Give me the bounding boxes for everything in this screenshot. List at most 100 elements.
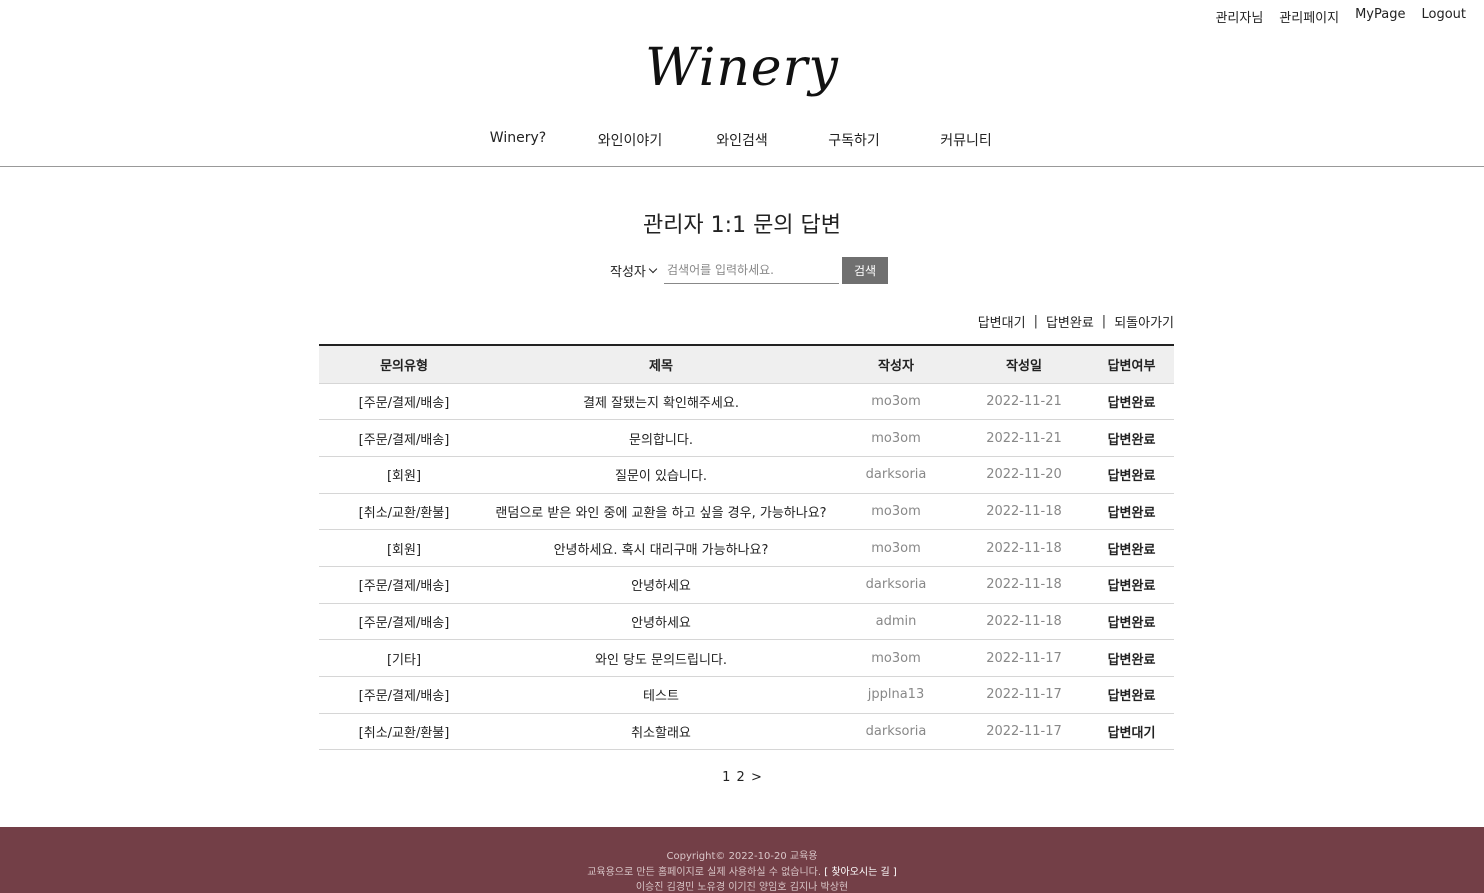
cell-status: 답변완료 <box>1089 529 1174 567</box>
search-button[interactable]: 검색 <box>842 257 888 284</box>
cell-title-link[interactable]: 안녕하세요 <box>489 566 833 604</box>
cell-title-link[interactable]: 안녕하세요. 혹시 대리구매 가능하나요? <box>489 529 833 567</box>
cell-title-link[interactable]: 취소할래요 <box>489 713 833 751</box>
cell-status: 답변완료 <box>1089 493 1174 531</box>
column-header-type: 문의유형 <box>319 345 489 384</box>
site-footer: Copyright© 2022-10-20 교육용 교육용으로 만든 홈페이지로… <box>0 827 1484 893</box>
cell-type: [주문/결제/배송] <box>319 676 489 714</box>
cell-date: 2022-11-21 <box>959 383 1089 421</box>
logout-link[interactable]: Logout <box>1421 7 1466 26</box>
mypage-link[interactable]: MyPage <box>1355 7 1405 26</box>
cell-status: 답변완료 <box>1089 456 1174 494</box>
cell-type: [회원] <box>319 529 489 567</box>
cell-title-link[interactable]: 랜덤으로 받은 와인 중에 교환을 하고 싶을 경우, 가능하나요? <box>489 493 833 531</box>
search-input[interactable] <box>664 257 839 284</box>
cell-date: 2022-11-17 <box>959 639 1089 677</box>
cell-type: [기타] <box>319 639 489 677</box>
page-title: 관리자 1:1 문의 답변 <box>642 213 842 238</box>
admin-user-link[interactable]: 관리자님 <box>1215 7 1263 26</box>
page-1-link[interactable]: 1 <box>722 770 730 785</box>
table-row[interactable]: [취소/교환/환불] 랜덤으로 받은 와인 중에 교환을 하고 싶을 경우, 가… <box>319 493 1174 531</box>
table-row[interactable]: [주문/결제/배송] 결제 잘됐는지 확인해주세요. mo3om 2022-11… <box>319 383 1174 421</box>
cell-type: [취소/교환/환불] <box>319 713 489 751</box>
cell-writer: darksoria <box>833 713 959 751</box>
table-row[interactable]: [주문/결제/배송] 테스트 jpplna13 2022-11-17 답변완료 <box>319 676 1174 714</box>
table-row[interactable]: [회원] 질문이 있습니다. darksoria 2022-11-20 답변완료 <box>319 456 1174 494</box>
cell-type: [회원] <box>319 456 489 494</box>
cell-writer: jpplna13 <box>833 676 959 714</box>
cell-date: 2022-11-18 <box>959 529 1089 567</box>
nav-item-winery[interactable]: Winery? <box>462 130 574 150</box>
cell-writer: mo3om <box>833 383 959 421</box>
inquiry-table: 문의유형 제목 작성자 작성일 답변여부 [주문/결제/배송] 결제 잘됐는지 … <box>319 344 1174 751</box>
cell-title-link[interactable]: 문의합니다. <box>489 419 833 457</box>
cell-type: [주문/결제/배송] <box>319 603 489 641</box>
divider: | <box>1101 314 1107 329</box>
cell-writer: admin <box>833 603 959 641</box>
cell-status: 답변완료 <box>1089 603 1174 641</box>
answer-filter-links: 답변대기 | 답변완료 | 되돌아가기 <box>978 312 1174 331</box>
cell-date: 2022-11-18 <box>959 566 1089 604</box>
cell-title-link[interactable]: 와인 당도 문의드립니다. <box>489 639 833 677</box>
cell-writer: mo3om <box>833 493 959 531</box>
cell-type: [취소/교환/환불] <box>319 493 489 531</box>
cell-type: [주문/결제/배송] <box>319 566 489 604</box>
cell-status: 답변완료 <box>1089 639 1174 677</box>
footer-members: 이승진 김경민 노유경 이기진 양임호 김지나 박상현 <box>635 882 849 893</box>
cell-title-link[interactable]: 결제 잘됐는지 확인해주세요. <box>489 383 833 421</box>
table-row[interactable]: [회원] 안녕하세요. 혹시 대리구매 가능하나요? mo3om 2022-11… <box>319 529 1174 567</box>
filter-done-link[interactable]: 답변완료 <box>1046 312 1094 331</box>
cell-writer: darksoria <box>833 456 959 494</box>
column-header-status: 답변여부 <box>1089 345 1174 384</box>
cell-date: 2022-11-17 <box>959 713 1089 751</box>
cell-date: 2022-11-21 <box>959 419 1089 457</box>
search-type-value: 작성자 <box>610 265 646 280</box>
admin-page-link[interactable]: 관리페이지 <box>1279 7 1339 26</box>
column-header-writer: 작성자 <box>833 345 959 384</box>
search-type-select[interactable]: 작성자 <box>610 261 662 280</box>
footer-copyright: Copyright© 2022-10-20 교육용 <box>666 851 818 862</box>
table-row[interactable]: [기타] 와인 당도 문의드립니다. mo3om 2022-11-17 답변완료 <box>319 639 1174 677</box>
cell-status: 답변대기 <box>1089 713 1174 751</box>
footer-notice: 교육용으로 만든 홈페이지로 실제 사용하실 수 없습니다. <box>587 866 822 878</box>
table-row[interactable]: [주문/결제/배송] 문의합니다. mo3om 2022-11-21 답변완료 <box>319 419 1174 457</box>
cell-status: 답변완료 <box>1089 419 1174 457</box>
nav-item-wine-story[interactable]: 와인이야기 <box>574 130 686 150</box>
directions-link[interactable]: [ 찾아오시는 길 ] <box>824 867 897 878</box>
next-page-link[interactable]: > <box>751 770 762 785</box>
cell-writer: mo3om <box>833 419 959 457</box>
cell-title-link[interactable]: 질문이 있습니다. <box>489 456 833 494</box>
cell-date: 2022-11-18 <box>959 603 1089 641</box>
table-row[interactable]: [주문/결제/배송] 안녕하세요 darksoria 2022-11-18 답변… <box>319 566 1174 604</box>
filter-waiting-link[interactable]: 답변대기 <box>978 312 1026 331</box>
page-2-link[interactable]: 2 <box>737 770 745 785</box>
nav-item-subscribe[interactable]: 구독하기 <box>798 130 910 150</box>
main-nav: Winery? 와인이야기 와인검색 구독하기 커뮤니티 <box>0 130 1484 150</box>
site-logo[interactable]: Winery <box>0 38 1484 98</box>
nav-item-community[interactable]: 커뮤니티 <box>910 130 1022 150</box>
table-row[interactable]: [취소/교환/환불] 취소할래요 darksoria 2022-11-17 답변… <box>319 713 1174 751</box>
cell-status: 답변완료 <box>1089 566 1174 604</box>
cell-date: 2022-11-17 <box>959 676 1089 714</box>
cell-writer: mo3om <box>833 529 959 567</box>
cell-status: 답변완료 <box>1089 676 1174 714</box>
top-utility-nav: 관리자님 관리페이지 MyPage Logout <box>1215 7 1466 26</box>
chevron-down-icon <box>648 264 658 274</box>
cell-date: 2022-11-18 <box>959 493 1089 531</box>
footer-notice-line: 교육용으로 만든 홈페이지로 실제 사용하실 수 없습니다. [ 찾아오시는 길… <box>0 865 1484 881</box>
column-header-title: 제목 <box>489 345 833 384</box>
column-header-date: 작성일 <box>959 345 1089 384</box>
nav-divider <box>0 166 1484 167</box>
pagination: 1 2 > <box>0 770 1484 785</box>
table-header-row: 문의유형 제목 작성자 작성일 답변여부 <box>319 345 1174 384</box>
cell-writer: darksoria <box>833 566 959 604</box>
cell-status: 답변완료 <box>1089 383 1174 421</box>
back-link[interactable]: 되돌아가기 <box>1114 312 1174 331</box>
cell-title-link[interactable]: 테스트 <box>489 676 833 714</box>
search-bar: 작성자 검색 <box>610 257 888 284</box>
nav-item-wine-search[interactable]: 와인검색 <box>686 130 798 150</box>
table-row[interactable]: [주문/결제/배송] 안녕하세요 admin 2022-11-18 답변완료 <box>319 603 1174 641</box>
cell-writer: mo3om <box>833 639 959 677</box>
cell-title-link[interactable]: 안녕하세요 <box>489 603 833 641</box>
cell-type: [주문/결제/배송] <box>319 419 489 457</box>
